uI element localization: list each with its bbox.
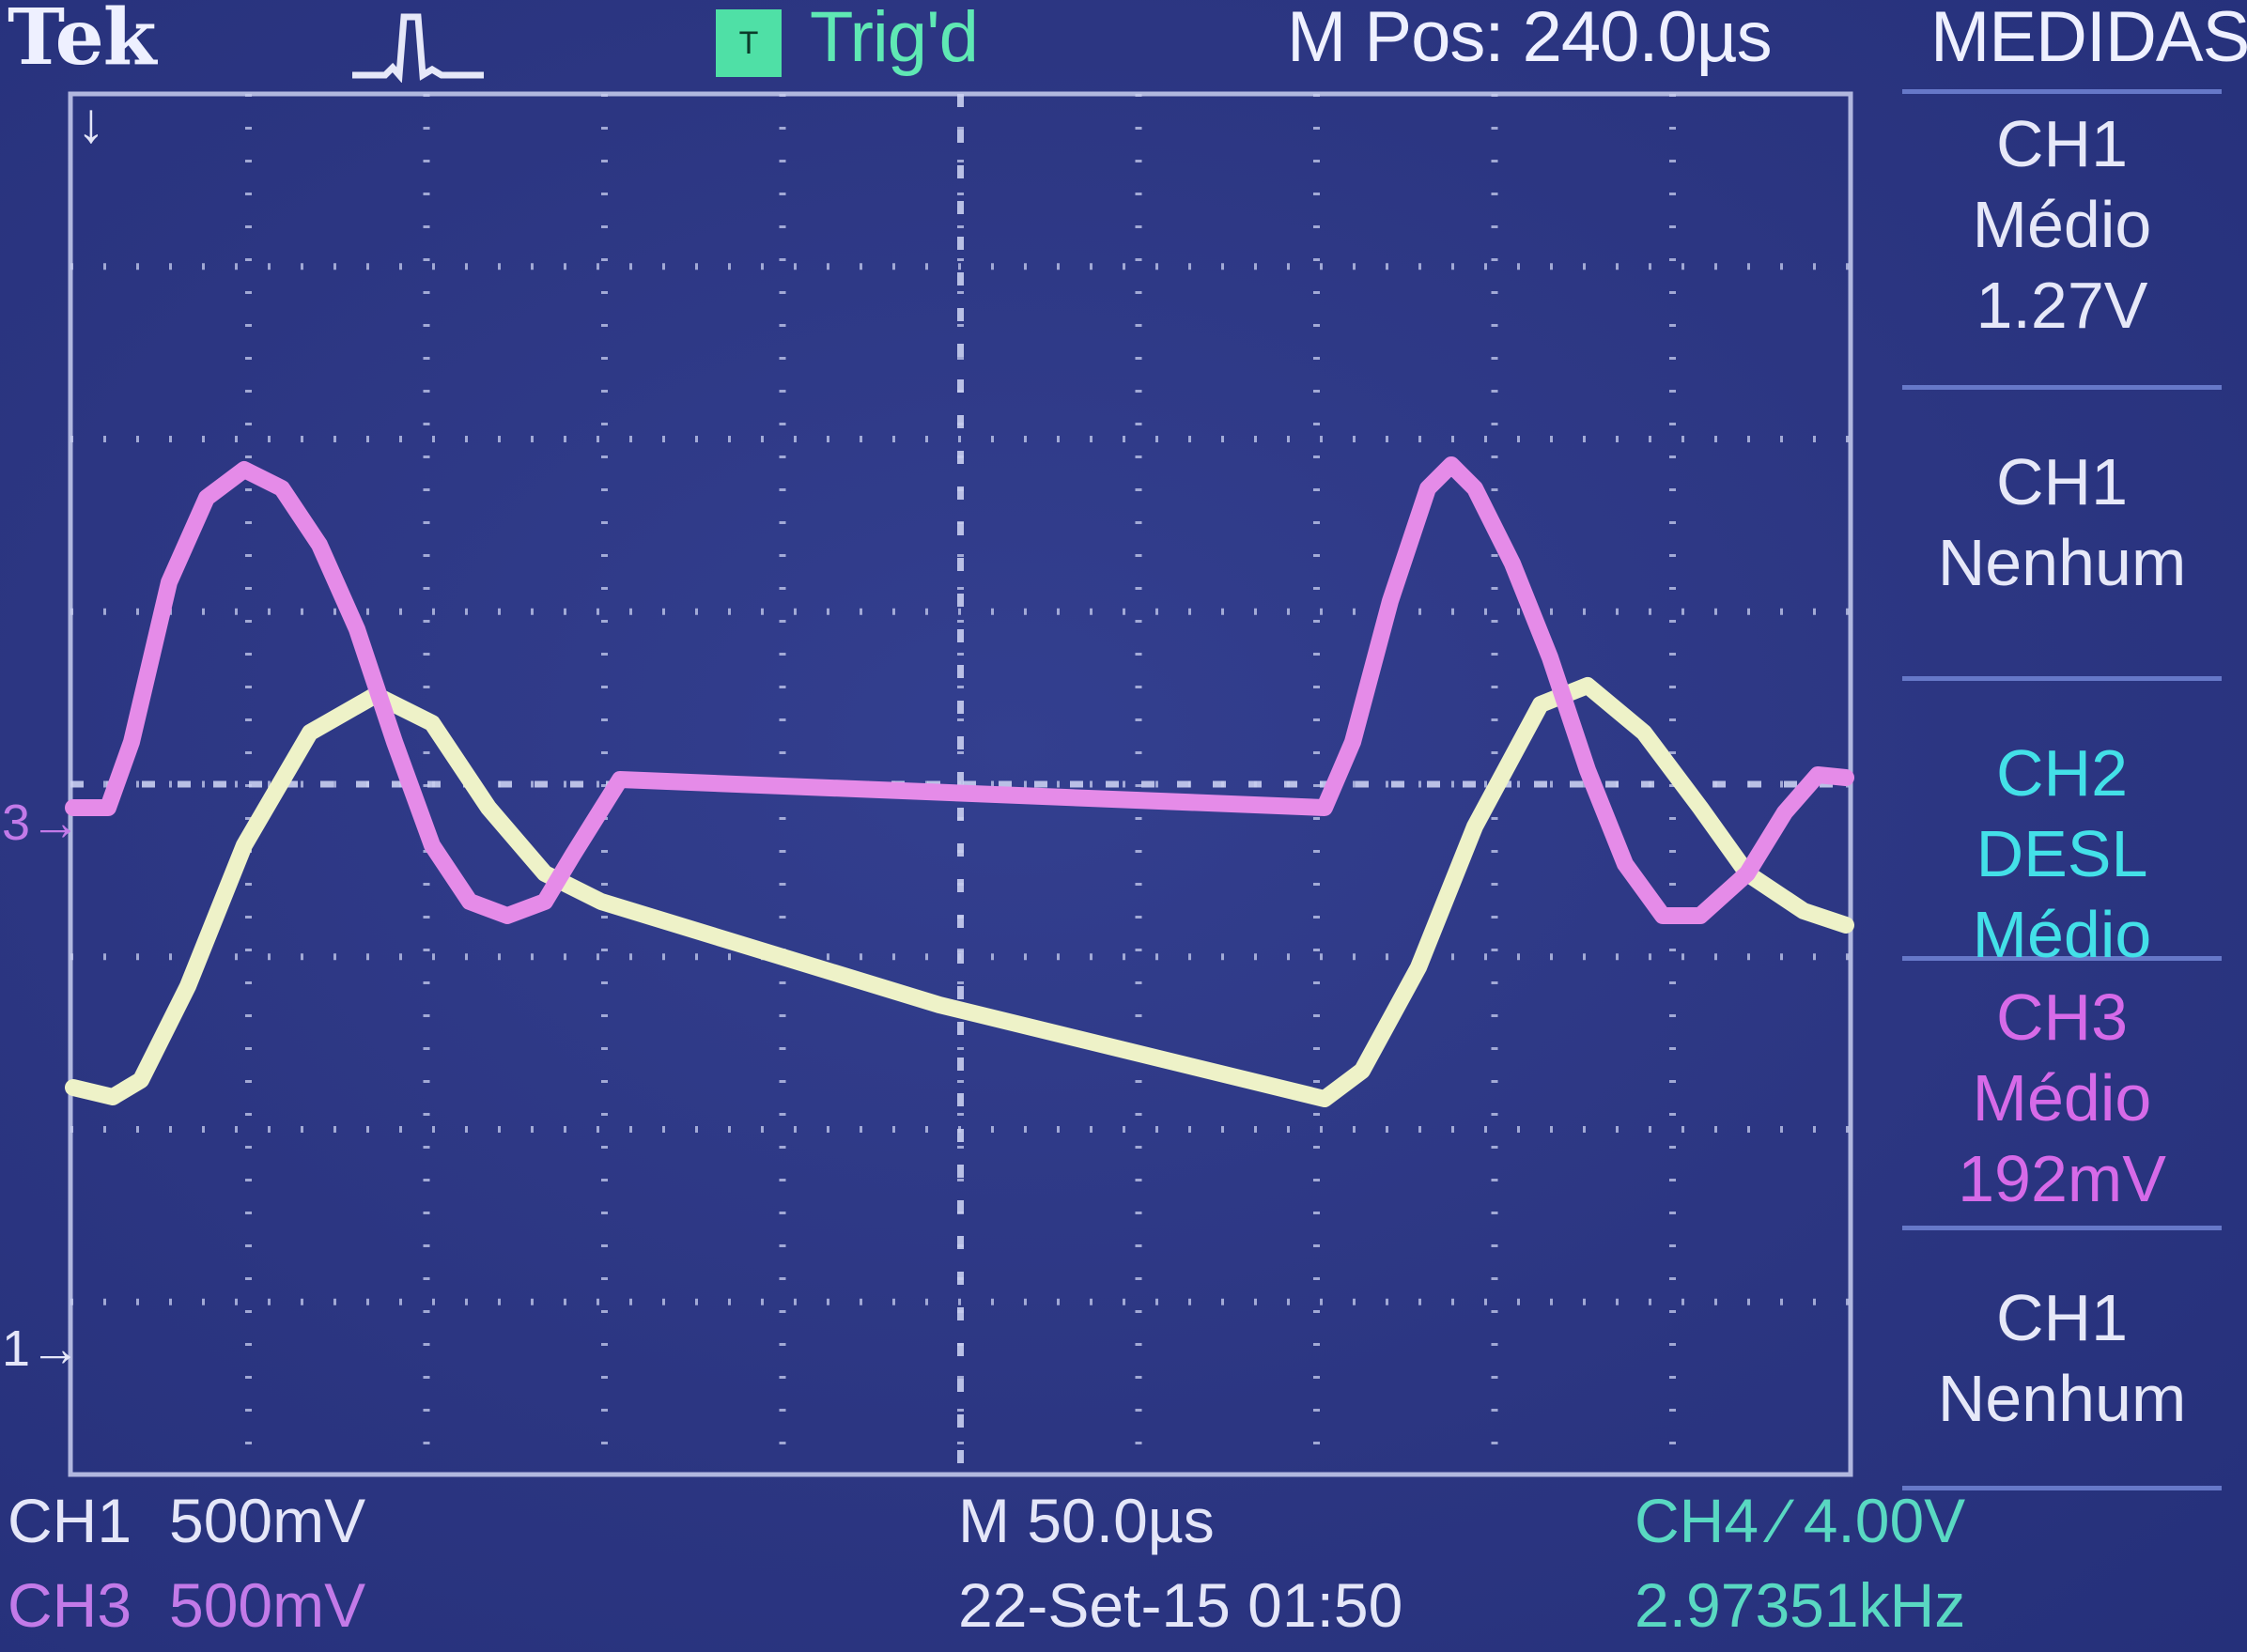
menu-separator [1902, 1226, 2222, 1230]
measurement-line: CH1 [1995, 1281, 2129, 1354]
trigger-frequency: 2.97351kHz [1635, 1570, 1966, 1640]
measurement-line: CH2 DESL [1976, 736, 2148, 890]
ch3-label: CH3 [8, 1570, 132, 1640]
measurement-line: 1.27V [1976, 269, 2148, 342]
trigger-position-arrow-icon: ↓ [77, 91, 105, 154]
measurement-line: Nenhum [1937, 526, 2187, 599]
measurement-line: CH3 [1995, 980, 2129, 1054]
measurement-line: Médio [1972, 188, 2152, 261]
ch3-marker-label: 3 [2, 795, 31, 851]
measurement-slot-5[interactable]: CH1 Nenhum [1902, 1277, 2222, 1439]
measurement-line: CH1 [1995, 107, 2129, 180]
measurement-slot-2[interactable]: CH1 Nenhum [1902, 441, 2222, 603]
ch1-scale: 500mV [169, 1486, 366, 1555]
trigger-setting: CH4 ∕ 4.00V [1635, 1486, 1966, 1555]
measurement-slot-4[interactable]: CH3 Médio 192mV [1902, 977, 2222, 1219]
measurement-line: Médio [1972, 898, 2152, 971]
measurement-slot-1[interactable]: CH1 Médio 1.27V [1902, 103, 2222, 346]
ch1-marker-label: 1 [2, 1320, 31, 1377]
menu-separator [1902, 385, 2222, 390]
ch3-scale: 500mV [169, 1570, 366, 1640]
menu-separator [1902, 89, 2222, 94]
measurement-line: Nenhum [1937, 1362, 2187, 1435]
ch3-ground-marker: 3→ [2, 795, 82, 851]
oscilloscope-screen: Tek T Trig'd M Pos: 240.0µs MEDIDAS 3→ 1… [0, 0, 2247, 1652]
measurement-line: Médio [1972, 1061, 2152, 1135]
ch1-ground-marker: 1→ [2, 1320, 82, 1377]
graticule [68, 91, 1853, 1477]
menu-separator [1902, 676, 2222, 681]
date-time: 22-Set-15 01:50 [958, 1570, 1403, 1640]
measurement-line: CH1 [1995, 445, 2129, 518]
timebase: M 50.0µs [958, 1486, 1215, 1555]
ch1-label: CH1 [8, 1486, 132, 1555]
measurement-line: 192mV [1958, 1142, 2166, 1215]
measurement-slot-3[interactable]: CH2 DESL Médio [1902, 733, 2222, 975]
